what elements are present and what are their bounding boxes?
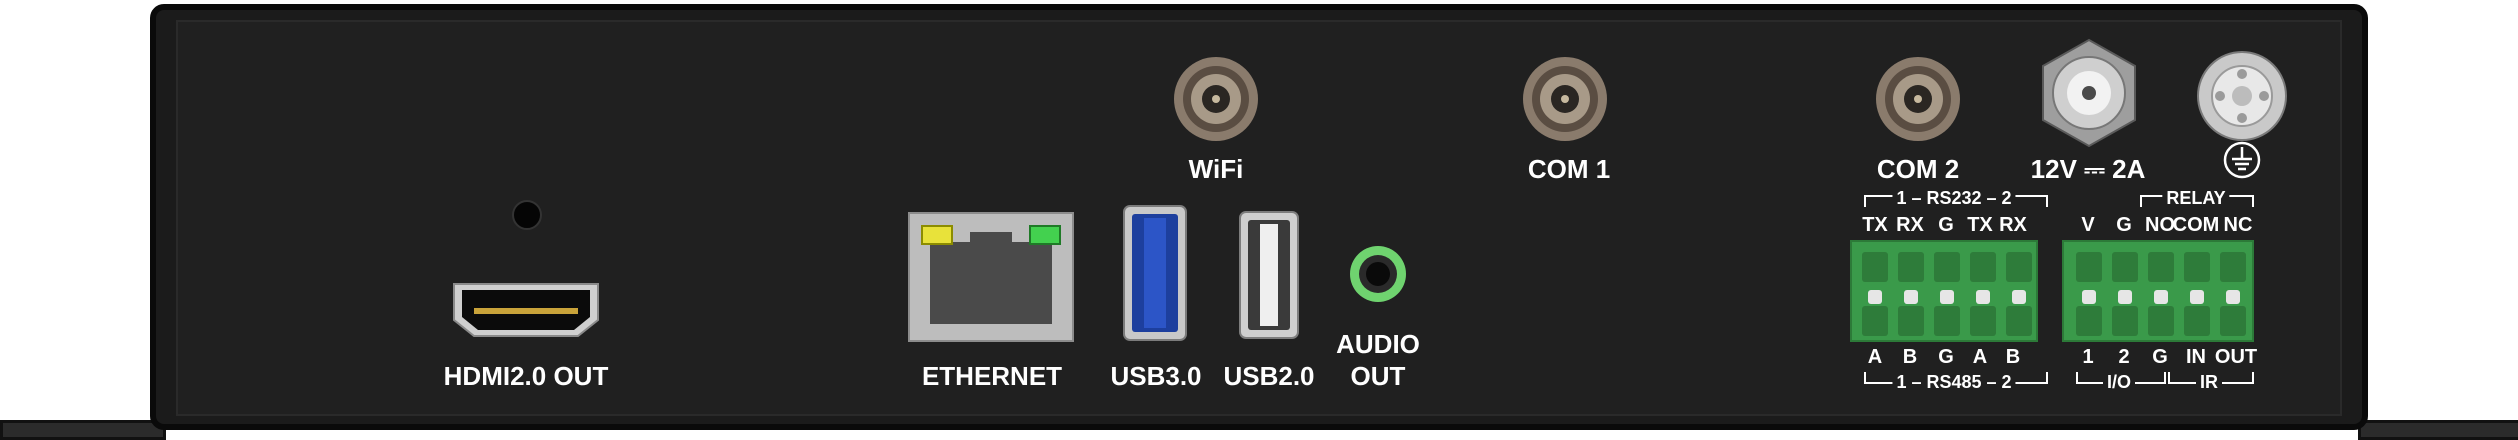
relay-header: RELAY xyxy=(2162,188,2230,209)
relay-pin-1: V xyxy=(2081,214,2095,236)
rs485-pin-4: A xyxy=(1972,346,1988,368)
reset-pinhole[interactable] xyxy=(512,200,542,230)
io-pin-2: 2 xyxy=(2118,346,2130,368)
io-label: I/O xyxy=(2102,372,2136,393)
control-terminal-block[interactable] xyxy=(2062,240,2254,342)
left-mounting-ear xyxy=(0,420,166,440)
com2-antenna-connector[interactable] xyxy=(1873,54,1963,144)
wifi-label: WiFi xyxy=(1188,154,1244,184)
io-pin-3: G xyxy=(2152,346,2168,368)
ethernet-label: ETHERNET xyxy=(921,361,1063,391)
hdmi-port[interactable] xyxy=(448,280,604,340)
rs232-pin-2: RX xyxy=(1896,214,1924,236)
com1-antenna-connector[interactable] xyxy=(1520,54,1610,144)
rs485-footer: 1 – RS485 – 2 xyxy=(1892,372,2016,393)
right-mounting-ear xyxy=(2358,420,2518,440)
relay-pin-2: G xyxy=(2116,214,2132,236)
hdmi-label: HDMI2.0 OUT xyxy=(443,361,609,391)
audio-label-line1: AUDIO xyxy=(1336,329,1420,359)
rs232-pin-4: TX xyxy=(1967,214,1993,236)
relay-pin-5: NC xyxy=(2223,214,2253,236)
rs232-header: 1 – RS232 – 2 xyxy=(1892,188,2016,209)
rs232-pin-5: RX xyxy=(1999,214,2027,236)
relay-pin-3: NO xyxy=(2145,214,2175,236)
usb2-port[interactable] xyxy=(1238,210,1300,340)
power-jack[interactable] xyxy=(2034,38,2144,148)
ir-pin-in: IN xyxy=(2186,346,2206,368)
serial-terminal-block[interactable] xyxy=(1850,240,2038,342)
com2-label: COM 2 xyxy=(1876,154,1960,184)
rs485-pin-5: B xyxy=(2005,346,2021,368)
ground-terminal[interactable] xyxy=(2194,48,2290,144)
usb3-label: USB3.0 xyxy=(1110,361,1202,391)
rs232-pin-3: G xyxy=(1938,214,1954,236)
ir-label: IR xyxy=(2196,372,2222,393)
rs232-pin-1: TX xyxy=(1862,214,1888,236)
power-label: 12V ⎓ 2A xyxy=(2030,154,2146,184)
rs485-pin-1: A xyxy=(1867,346,1883,368)
usb2-label: USB2.0 xyxy=(1223,361,1315,391)
rs485-pin-3: G xyxy=(1938,346,1954,368)
wifi-antenna-connector[interactable] xyxy=(1171,54,1261,144)
rs485-pin-2: B xyxy=(1902,346,1918,368)
usb3-port[interactable] xyxy=(1122,204,1188,342)
io-pin-1: 1 xyxy=(2082,346,2094,368)
audio-out-jack[interactable] xyxy=(1346,242,1410,306)
ir-pin-out: OUT xyxy=(2214,346,2258,368)
audio-label-line2: OUT xyxy=(1350,361,1406,391)
com1-label: COM 1 xyxy=(1527,154,1611,184)
ground-icon xyxy=(2222,140,2262,180)
relay-pin-4: COM xyxy=(2172,214,2220,236)
ethernet-link-led xyxy=(922,226,952,244)
